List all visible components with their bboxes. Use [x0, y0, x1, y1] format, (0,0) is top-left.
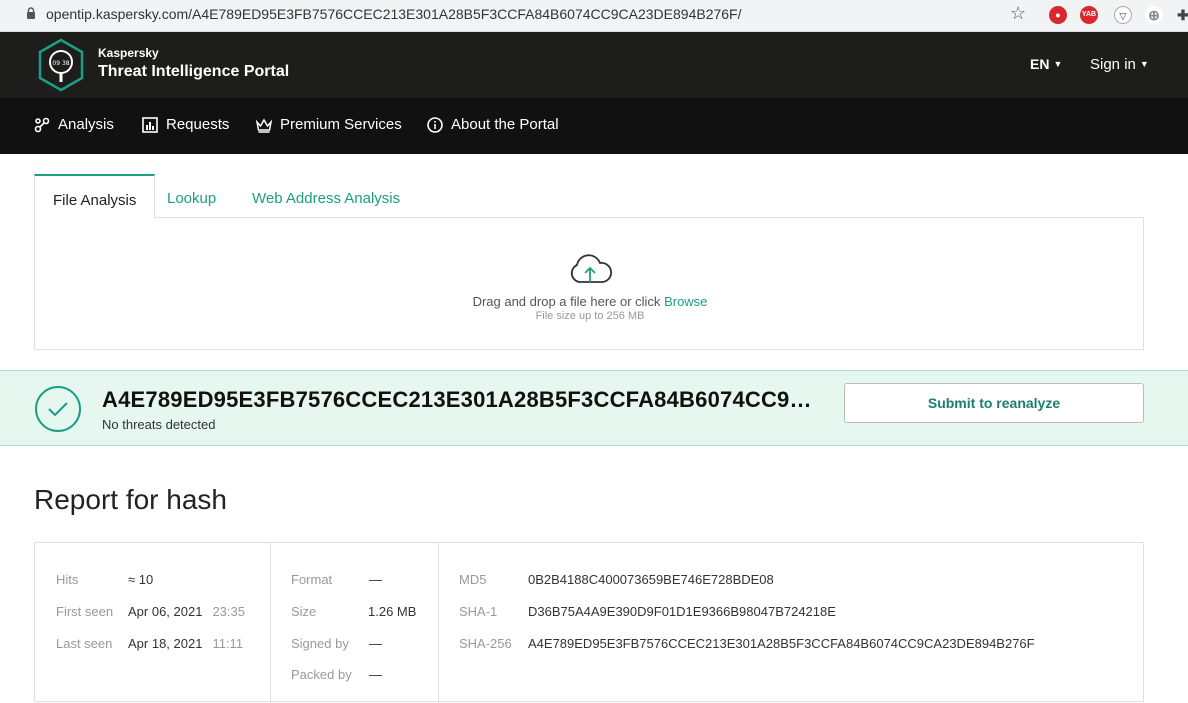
bookmark-star-icon[interactable]: ☆	[1010, 3, 1026, 23]
format-label: Format	[291, 572, 333, 587]
main-nav: Analysis Requests Premium Services About…	[0, 98, 1188, 154]
globe-extension-icon[interactable]: ⊕	[1145, 6, 1163, 24]
site-header: 09 38 Kaspersky Threat Intelligence Port…	[0, 32, 1188, 98]
hashes-column: MD5 0B2B4188C400073659BE746E728BDE08 SHA…	[439, 543, 1145, 703]
caret-down-icon: ▼	[1139, 59, 1149, 69]
language-selector[interactable]: EN ▼	[1030, 56, 1062, 72]
sha256-label: SHA-256	[459, 636, 512, 651]
nav-requests[interactable]: Requests	[142, 116, 229, 133]
info-icon	[427, 116, 443, 133]
hits-value: ≈ 10	[128, 572, 154, 587]
sha256-value[interactable]: A4E789ED95E3FB7576CCEC213E301A28B5F3CCFA…	[528, 636, 1035, 651]
brand-kaspersky: Kaspersky	[98, 46, 159, 60]
md5-value[interactable]: 0B2B4188C400073659BE746E728BDE08	[528, 572, 774, 587]
extensions-puzzle-icon[interactable]: ✚	[1174, 6, 1188, 24]
brand-portal-title[interactable]: Threat Intelligence Portal	[98, 63, 289, 81]
drag-drop-label: Drag and drop a file here or click	[472, 294, 661, 309]
file-drop-zone[interactable]: Drag and drop a file here or click Brows…	[34, 217, 1144, 350]
threat-status: No threats detected	[102, 417, 216, 432]
url-text[interactable]: opentip.kaspersky.com/A4E789ED95E3FB7576…	[46, 6, 742, 22]
cloud-upload-icon	[570, 254, 612, 283]
file-size-limit: File size up to 256 MB	[535, 310, 645, 322]
kaspersky-logo-icon[interactable]: 09 38	[36, 38, 86, 92]
sign-in-menu[interactable]: Sign in ▼	[1090, 56, 1149, 73]
tab-web-address-analysis[interactable]: Web Address Analysis	[234, 174, 418, 218]
signed-by-value: —	[369, 636, 382, 651]
adblock-extension-icon[interactable]: ●	[1049, 6, 1067, 24]
md5-label: MD5	[459, 572, 487, 587]
size-label: Size	[291, 604, 317, 619]
nav-analysis-label: Analysis	[58, 116, 114, 133]
sha1-value[interactable]: D36B75A4A9E390D9F01D1E9366B98047B724218E	[528, 604, 836, 619]
crown-icon	[256, 118, 272, 133]
nav-requests-label: Requests	[166, 116, 230, 133]
shield-extension-icon[interactable]: ▽	[1114, 6, 1132, 24]
stats-column: Hits ≈ 10 First seen Apr 06, 2021 23:35 L…	[35, 543, 271, 703]
requests-chart-icon	[142, 116, 158, 133]
svg-text:09 38: 09 38	[52, 60, 69, 67]
submit-reanalyze-button[interactable]: Submit to reanalyze	[844, 383, 1144, 423]
sha1-label: SHA-1	[459, 604, 498, 619]
hits-label: Hits	[56, 572, 79, 587]
file-hash-title: A4E789ED95E3FB7576CCEC213E301A28B5F3CCFA…	[102, 387, 822, 412]
language-label: EN	[1030, 56, 1050, 72]
scan-result-banner: A4E789ED95E3FB7576CCEC213E301A28B5F3CCFA…	[0, 370, 1188, 446]
browser-url-bar: opentip.kaspersky.com/A4E789ED95E3FB7576…	[0, 0, 1188, 32]
check-circle-icon	[35, 386, 81, 432]
size-value: 1.26 MB	[368, 604, 417, 619]
tab-lookup[interactable]: Lookup	[149, 174, 234, 218]
yab-extension-icon[interactable]: YAB	[1080, 6, 1098, 24]
sign-in-label: Sign in	[1090, 56, 1136, 73]
drag-drop-text: Drag and drop a file here or click Brows…	[35, 294, 1145, 309]
caret-down-icon: ▼	[1053, 59, 1063, 69]
last-seen-time: 11:11	[212, 636, 244, 651]
first-seen-date: Apr 06, 2021	[128, 604, 203, 619]
nav-about-portal-label: About the Portal	[451, 116, 559, 133]
browse-link[interactable]: Browse	[664, 294, 707, 309]
lock-icon	[27, 7, 35, 19]
report-title: Report for hash	[34, 484, 227, 515]
nav-premium-services-label: Premium Services	[280, 116, 402, 133]
last-seen-label: Last seen	[56, 636, 113, 651]
report-details-panel: Hits ≈ 10 First seen Apr 06, 2021 23:35 L…	[34, 542, 1145, 703]
format-value: —	[369, 572, 382, 587]
nav-about-portal[interactable]: About the Portal	[427, 116, 559, 133]
last-seen-date: Apr 18, 2021	[128, 636, 203, 651]
analysis-icon	[34, 117, 50, 132]
signed-by-label: Signed by	[291, 636, 349, 651]
file-properties-column: Format — Size 1.26 MB Signed by — Packed…	[271, 543, 439, 703]
first-seen-label: First seen	[56, 604, 114, 619]
nav-analysis[interactable]: Analysis	[34, 116, 114, 133]
tab-file-analysis[interactable]: File Analysis	[34, 174, 156, 219]
first-seen-time: 23:35	[212, 604, 245, 619]
nav-premium-services[interactable]: Premium Services	[256, 116, 402, 133]
